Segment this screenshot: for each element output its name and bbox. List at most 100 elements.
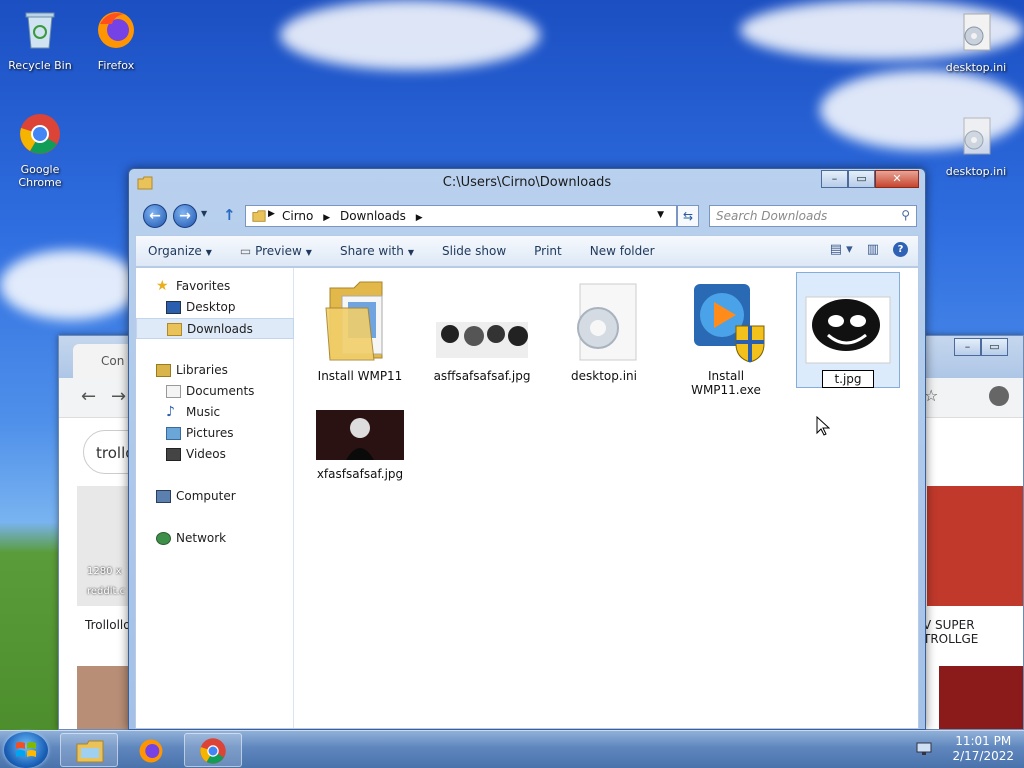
rename-field[interactable]: t.jpg (822, 370, 874, 388)
cloud (0, 250, 140, 320)
organize-menu[interactable]: Organize ▼ (148, 244, 212, 258)
file-item-settings[interactable]: desktop.ini (552, 272, 656, 383)
image-result-caption[interactable]: Trollollo (85, 618, 131, 632)
nav-item-network[interactable]: Network (136, 528, 294, 549)
browser-window-controls: – ▭ (954, 338, 1008, 356)
nav-item-computer[interactable]: Computer (136, 486, 294, 507)
minimize-button[interactable]: – (954, 338, 981, 356)
browser-tab-label: Con (101, 354, 125, 368)
desktop-icon-desktop-ini[interactable]: desktop.ini (938, 114, 1014, 178)
settings-file-icon (963, 117, 991, 155)
desktop-icon-label: desktop.ini (945, 61, 1007, 74)
breadcrumb-separator-icon[interactable]: ▶ (416, 213, 423, 223)
search-input[interactable]: Search Downloads ⚲ (709, 205, 917, 227)
navigation-pane: ★ Favorites Desktop Downloads Libraries … (136, 268, 294, 728)
new-folder-button[interactable]: New folder (590, 244, 655, 258)
forward-button[interactable]: → (173, 204, 197, 228)
taskbar-explorer-button[interactable] (60, 733, 118, 767)
breadcrumb-separator-icon[interactable]: ▶ (323, 213, 330, 223)
nav-item-desktop[interactable]: Desktop (136, 297, 294, 318)
nav-item-videos[interactable]: Videos (136, 444, 294, 465)
taskbar-firefox-button[interactable] (122, 733, 180, 767)
profile-avatar-icon[interactable] (989, 386, 1009, 406)
start-button[interactable] (4, 732, 48, 768)
recent-pages-chevron-icon[interactable]: ▼ (201, 209, 207, 218)
command-bar: Organize ▼ ▭ Preview ▼ Share with ▼ Slide s… (135, 235, 919, 267)
file-item-folder[interactable]: Install WMP11 (308, 272, 412, 383)
breadcrumb-item-cirno[interactable]: Cirno (282, 209, 313, 223)
up-arrow-icon[interactable]: ↑ (223, 206, 236, 224)
breadcrumb-item-downloads[interactable]: Downloads (340, 209, 406, 223)
bookmark-star-icon[interactable]: ☆ (924, 386, 938, 405)
nav-label: Videos (186, 447, 226, 461)
file-item-image-selected[interactable]: t.jpg (796, 272, 900, 388)
system-clock[interactable]: 11:01 PM 2/17/2022 (952, 734, 1014, 764)
preview-button[interactable]: ▭ Preview ▼ (240, 244, 312, 258)
address-dropdown-icon[interactable]: ▼ (657, 210, 664, 220)
media-player-installer-icon (694, 284, 765, 363)
windows-logo-icon (16, 742, 36, 757)
nav-label: Music (186, 405, 221, 419)
explorer-titlebar[interactable]: C:\Users\Cirno\Downloads – ▭ ✕ (129, 169, 925, 199)
minimize-button[interactable]: – (821, 170, 848, 188)
file-item-image[interactable]: xfasfsafsaf.jpg (308, 400, 412, 481)
browser-back-icon[interactable]: ← (81, 386, 96, 407)
firefox-icon (98, 12, 134, 48)
file-name: Install WMP11 (317, 369, 403, 383)
close-button[interactable]: ✕ (875, 170, 919, 188)
clock-date: 2/17/2022 (952, 749, 1014, 763)
nav-label: Network (176, 531, 227, 545)
file-name: Install WMP11.exe (691, 369, 761, 397)
back-button[interactable]: ← (143, 204, 167, 228)
nav-label: Computer (176, 489, 236, 503)
maximize-button[interactable]: ▭ (848, 170, 875, 188)
rename-field-value: t.jpg (834, 372, 862, 386)
nav-item-downloads[interactable]: Downloads (136, 318, 294, 339)
clock-time: 11:01 PM (955, 734, 1012, 748)
print-button[interactable]: Print (534, 244, 562, 258)
search-placeholder: Search Downloads (716, 209, 828, 223)
browser-forward-icon[interactable]: → (111, 386, 126, 407)
maximize-button[interactable]: ▭ (981, 338, 1008, 356)
taskbar-chrome-button[interactable] (184, 733, 242, 767)
file-item-executable[interactable]: Install WMP11.exe (674, 272, 778, 397)
preview-label: Preview (255, 244, 302, 258)
slide-show-button[interactable]: Slide show (442, 244, 506, 258)
desktop-icon-recycle-bin[interactable]: Recycle Bin (2, 8, 78, 72)
nav-item-documents[interactable]: Documents (136, 381, 294, 402)
file-list: Install WMP11 asffsafsafsaf.jpg desktop.… (294, 268, 918, 728)
nav-item-libraries[interactable]: Libraries (136, 360, 294, 381)
downloads-folder-icon (167, 323, 182, 336)
help-icon[interactable]: ? (893, 242, 908, 257)
desktop-icon-firefox[interactable]: Firefox (78, 8, 154, 72)
explorer-content: ★ Favorites Desktop Downloads Libraries … (135, 267, 919, 729)
desktop-icon-google-chrome[interactable]: Google Chrome (2, 112, 78, 189)
change-view-icon[interactable]: ▤ ▾ (830, 242, 853, 257)
nav-label: Libraries (176, 363, 228, 377)
breadcrumb-separator-icon[interactable]: ▶ (268, 209, 275, 219)
image-result-thumbnail[interactable] (77, 666, 129, 729)
image-result-thumbnail[interactable] (939, 666, 1023, 729)
nav-item-music[interactable]: ♪ Music (136, 402, 294, 423)
image-result-thumbnail[interactable]: 1280 x reddit.c (77, 486, 129, 606)
view-controls: ▤ ▾ ▥ ? (830, 242, 908, 257)
share-with-label: Share with (339, 244, 404, 258)
image-result-thumbnail[interactable] (927, 486, 1023, 606)
explorer-window[interactable]: C:\Users\Cirno\Downloads – ▭ ✕ ← → ▼ ↑ ▶… (128, 168, 926, 730)
image-result-caption[interactable]: V SUPER TROLLGE (923, 618, 1023, 646)
music-note-icon: ♪ (166, 404, 175, 420)
nav-item-pictures[interactable]: Pictures (136, 423, 294, 444)
share-with-menu[interactable]: Share with ▼ (340, 244, 414, 258)
window-title: C:\Users\Cirno\Downloads (442, 175, 612, 190)
preview-pane-icon[interactable]: ▥ (867, 242, 879, 257)
refresh-button[interactable]: ⇆ (677, 205, 699, 227)
address-bar[interactable]: ▶ Cirno ▶ Downloads ▶ ▼ (245, 205, 677, 227)
file-name: asffsafsafsaf.jpg (433, 369, 531, 383)
network-tray-icon[interactable] (916, 741, 932, 757)
image-thumbnail-icon (805, 296, 891, 364)
file-item-image[interactable]: asffsafsafsaf.jpg (430, 272, 534, 383)
thumbnail-size: 1280 x (87, 566, 122, 577)
nav-item-favorites[interactable]: ★ Favorites (136, 276, 294, 297)
desktop-icon-desktop-ini[interactable]: desktop.ini (938, 10, 1014, 74)
image-thumbnail-icon (436, 322, 528, 358)
